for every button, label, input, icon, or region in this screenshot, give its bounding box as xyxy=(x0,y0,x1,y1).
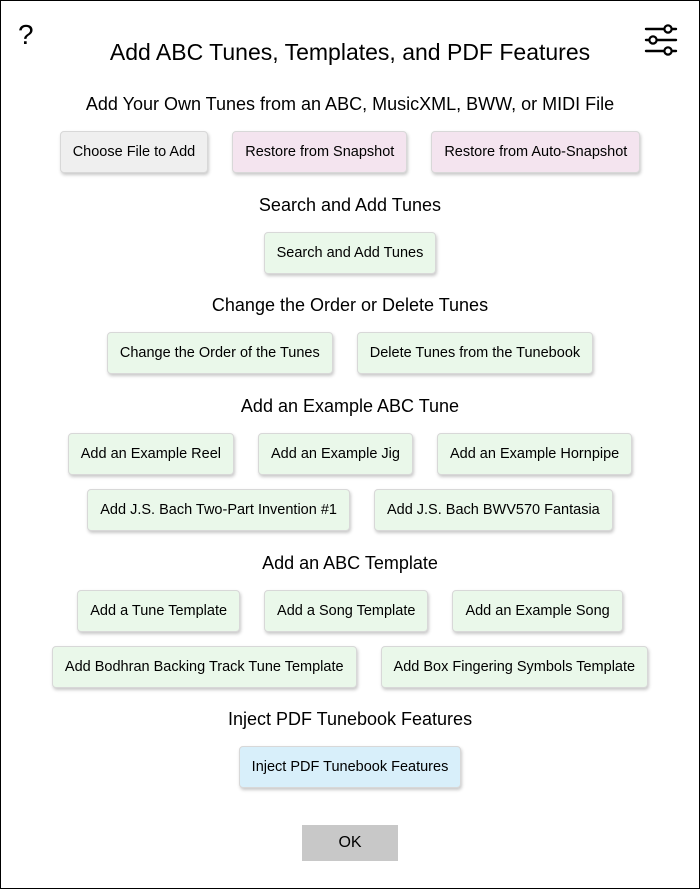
dialog-title: Add ABC Tunes, Templates, and PDF Featur… xyxy=(109,39,591,65)
add-tunes-dialog: ? Add ABC Tunes, Templates, and PDF Feat… xyxy=(0,0,700,889)
order-row: Change the Order of the Tunes Delete Tun… xyxy=(1,332,699,374)
templates-heading: Add an ABC Template xyxy=(262,553,438,573)
pdf-heading: Inject PDF Tunebook Features xyxy=(227,709,473,729)
box-fingering-template-button[interactable]: Add Box Fingering Symbols Template xyxy=(380,646,649,688)
restore-auto-snapshot-button[interactable]: Restore from Auto-Snapshot xyxy=(431,131,641,173)
search-add-tunes-button[interactable]: Search and Add Tunes xyxy=(263,232,437,274)
example-song-button[interactable]: Add an Example Song xyxy=(452,590,623,632)
bach-invention-button[interactable]: Add J.S. Bach Two-Part Invention #1 xyxy=(87,489,350,531)
pdf-row: Inject PDF Tunebook Features xyxy=(1,746,699,788)
order-heading: Change the Order or Delete Tunes xyxy=(211,295,489,315)
bach-fantasia-button[interactable]: Add J.S. Bach BWV570 Fantasia xyxy=(373,489,613,531)
examples-row-1: Add an Example Reel Add an Example Jig A… xyxy=(1,433,699,475)
bodhran-template-button[interactable]: Add Bodhran Backing Track Tune Template xyxy=(51,646,357,688)
song-template-button[interactable]: Add a Song Template xyxy=(264,590,429,632)
examples-heading: Add an Example ABC Tune xyxy=(240,396,460,416)
own-tunes-heading: Add Your Own Tunes from an ABC, MusicXML… xyxy=(85,94,615,114)
tune-template-button[interactable]: Add a Tune Template xyxy=(77,590,241,632)
search-heading: Search and Add Tunes xyxy=(258,195,442,215)
delete-tunes-button[interactable]: Delete Tunes from the Tunebook xyxy=(356,332,594,374)
change-order-button[interactable]: Change the Order of the Tunes xyxy=(106,332,333,374)
inject-pdf-features-button[interactable]: Inject PDF Tunebook Features xyxy=(238,746,462,788)
ok-button[interactable]: OK xyxy=(302,825,398,861)
restore-snapshot-button[interactable]: Restore from Snapshot xyxy=(232,131,408,173)
search-row: Search and Add Tunes xyxy=(1,232,699,274)
example-reel-button[interactable]: Add an Example Reel xyxy=(67,433,234,475)
example-hornpipe-button[interactable]: Add an Example Hornpipe xyxy=(436,433,633,475)
own-tunes-row: Choose File to Add Restore from Snapshot… xyxy=(1,131,699,173)
example-jig-button[interactable]: Add an Example Jig xyxy=(258,433,413,475)
examples-row-2: Add J.S. Bach Two-Part Invention #1 Add … xyxy=(1,489,699,531)
choose-file-button[interactable]: Choose File to Add xyxy=(59,131,209,173)
templates-row-1: Add a Tune Template Add a Song Template … xyxy=(1,590,699,632)
templates-row-2: Add Bodhran Backing Track Tune Template … xyxy=(1,646,699,688)
